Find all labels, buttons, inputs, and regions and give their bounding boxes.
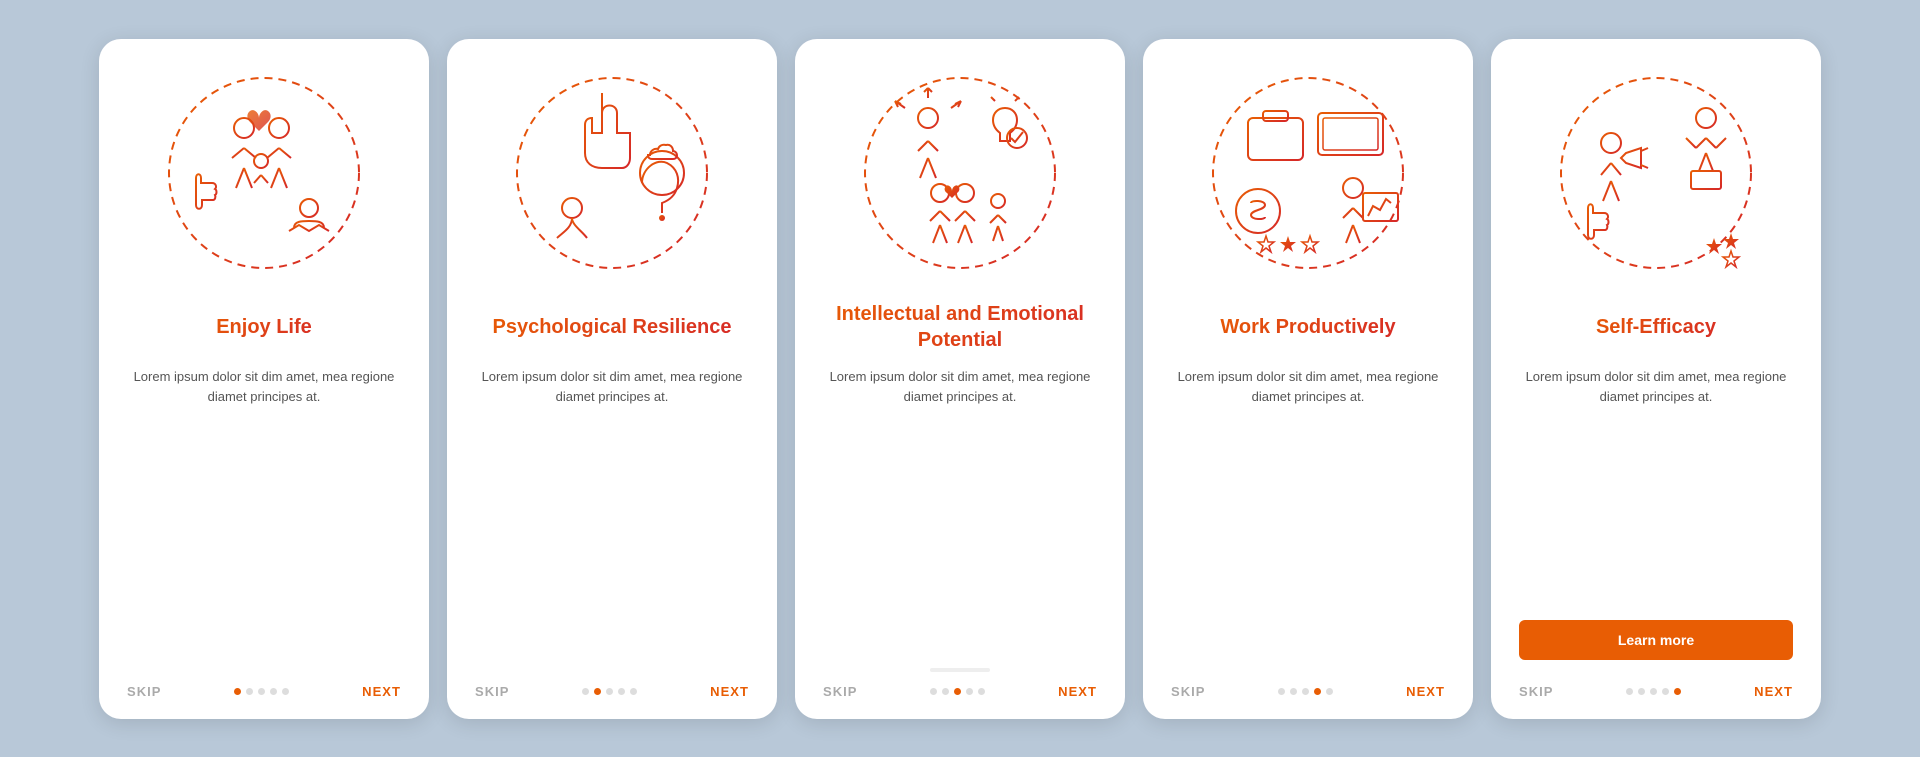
card3-title: Intellectual and Emotional Potential bbox=[823, 301, 1097, 353]
card4-title: Work Productively bbox=[1220, 301, 1395, 353]
dot1 bbox=[1626, 688, 1633, 695]
card2-footer: SKIP NEXT bbox=[475, 684, 749, 699]
dot4 bbox=[966, 688, 973, 695]
card-intellectual-emotional: Intellectual and Emotional Potential Lor… bbox=[795, 39, 1125, 719]
dot2 bbox=[1290, 688, 1297, 695]
dot2 bbox=[594, 688, 601, 695]
card5-body: Lorem ipsum dolor sit dim amet, mea regi… bbox=[1519, 367, 1793, 494]
dot2 bbox=[246, 688, 253, 695]
card1-footer: SKIP NEXT bbox=[127, 684, 401, 699]
learn-more-button[interactable]: Learn more bbox=[1519, 620, 1793, 660]
dot3 bbox=[258, 688, 265, 695]
dot5 bbox=[630, 688, 637, 695]
dot5 bbox=[1326, 688, 1333, 695]
self-efficacy-illustration bbox=[1546, 63, 1766, 283]
card2-body: Lorem ipsum dolor sit dim amet, mea regi… bbox=[475, 367, 749, 518]
dot3 bbox=[1650, 688, 1657, 695]
card5-dots bbox=[1626, 688, 1681, 695]
dot3 bbox=[1302, 688, 1309, 695]
dot3 bbox=[954, 688, 961, 695]
dot1 bbox=[1278, 688, 1285, 695]
intellectual-illustration bbox=[850, 63, 1070, 283]
card-enjoy-life: Enjoy Life Lorem ipsum dolor sit dim ame… bbox=[99, 39, 429, 719]
dot2 bbox=[1638, 688, 1645, 695]
card1-dots bbox=[234, 688, 289, 695]
card5-title: Self-Efficacy bbox=[1596, 301, 1716, 353]
card3-body: Lorem ipsum dolor sit dim amet, mea regi… bbox=[823, 367, 1097, 514]
card4-footer: SKIP NEXT bbox=[1171, 684, 1445, 699]
dot3 bbox=[606, 688, 613, 695]
dot4 bbox=[1662, 688, 1669, 695]
card3-footer: SKIP NEXT bbox=[823, 684, 1097, 699]
cards-container: Enjoy Life Lorem ipsum dolor sit dim ame… bbox=[99, 39, 1821, 719]
card2-title: Psychological Resilience bbox=[493, 301, 732, 353]
card1-next[interactable]: NEXT bbox=[362, 684, 401, 699]
card3-next[interactable]: NEXT bbox=[1058, 684, 1097, 699]
card2-dots bbox=[582, 688, 637, 695]
card3-dots bbox=[930, 688, 985, 695]
psych-resilience-illustration bbox=[502, 63, 722, 283]
card4-next[interactable]: NEXT bbox=[1406, 684, 1445, 699]
card4-body: Lorem ipsum dolor sit dim amet, mea regi… bbox=[1171, 367, 1445, 518]
card4-dots bbox=[1278, 688, 1333, 695]
card5-next[interactable]: NEXT bbox=[1754, 684, 1793, 699]
dot2 bbox=[942, 688, 949, 695]
enjoy-life-illustration bbox=[154, 63, 374, 283]
dot4 bbox=[618, 688, 625, 695]
dot5 bbox=[282, 688, 289, 695]
card3-skip[interactable]: SKIP bbox=[823, 684, 858, 699]
card4-skip[interactable]: SKIP bbox=[1171, 684, 1206, 699]
card2-skip[interactable]: SKIP bbox=[475, 684, 510, 699]
dot4 bbox=[1314, 688, 1321, 695]
card-work-productively: Work Productively Lorem ipsum dolor sit … bbox=[1143, 39, 1473, 719]
card1-title: Enjoy Life bbox=[216, 301, 312, 353]
dot1 bbox=[234, 688, 241, 695]
card5-footer: SKIP NEXT bbox=[1519, 684, 1793, 699]
dot5 bbox=[978, 688, 985, 695]
work-illustration bbox=[1198, 63, 1418, 283]
card1-skip[interactable]: SKIP bbox=[127, 684, 162, 699]
dot5 bbox=[1674, 688, 1681, 695]
card3-divider bbox=[930, 668, 990, 672]
dot1 bbox=[582, 688, 589, 695]
card2-next[interactable]: NEXT bbox=[710, 684, 749, 699]
card-self-efficacy: Self-Efficacy Lorem ipsum dolor sit dim … bbox=[1491, 39, 1821, 719]
dot4 bbox=[270, 688, 277, 695]
card-psychological-resilience: Psychological Resilience Lorem ipsum dol… bbox=[447, 39, 777, 719]
card5-skip[interactable]: SKIP bbox=[1519, 684, 1554, 699]
card1-body: Lorem ipsum dolor sit dim amet, mea regi… bbox=[127, 367, 401, 518]
dot1 bbox=[930, 688, 937, 695]
